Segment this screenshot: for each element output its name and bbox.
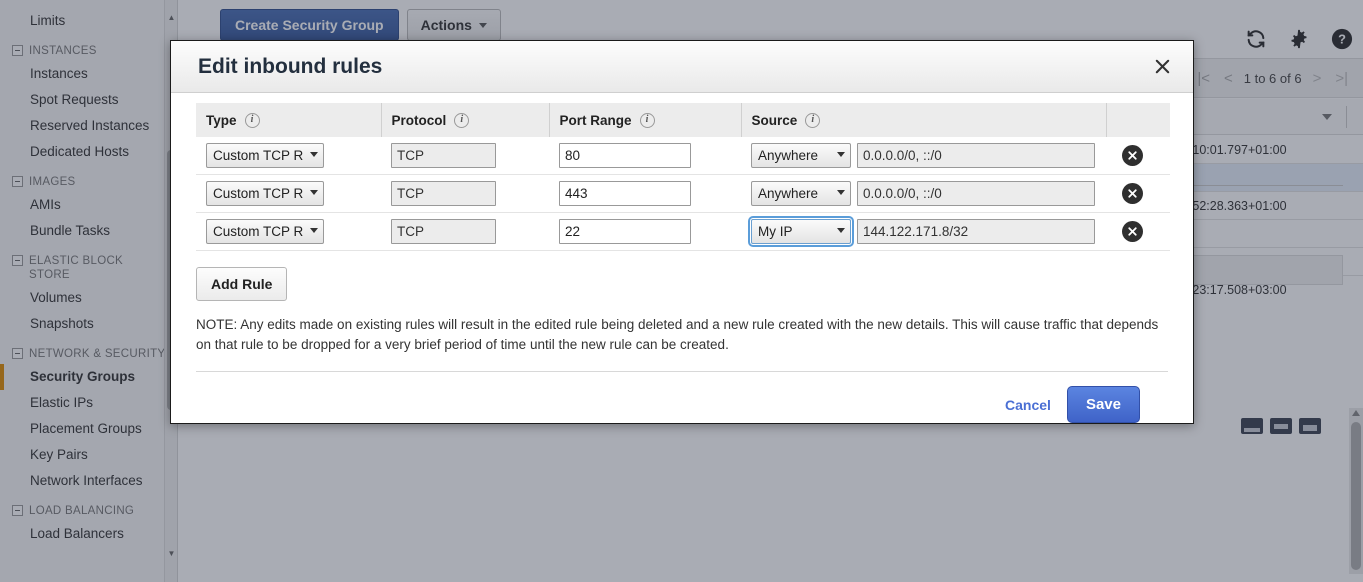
rule-type-cell: Custom TCP R (196, 175, 381, 213)
info-icon[interactable]: i (640, 113, 655, 128)
dialog-title: Edit inbound rules (198, 55, 1147, 79)
rule-port-range-input[interactable] (559, 143, 691, 168)
rules-table-head-row: TypeiProtocoliPort RangeiSourcei (196, 103, 1170, 137)
rule-type-cell: Custom TCP R (196, 137, 381, 175)
rule-protocol-field (391, 219, 496, 244)
column-header-source: Sourcei (741, 103, 1106, 137)
rule-protocol-cell (381, 213, 549, 251)
rule-port-cell (549, 137, 741, 175)
rule-port-range-input[interactable] (559, 181, 691, 206)
rule-row: Custom TCP R Anywhere (196, 175, 1170, 213)
rule-source-cell: Anywhere (741, 137, 1106, 175)
edit-inbound-rules-dialog: Edit inbound rules TypeiProtocoliPort Ra… (170, 40, 1194, 424)
rule-type-select[interactable]: Custom TCP R (206, 143, 324, 168)
rule-source-value-input[interactable] (857, 181, 1095, 206)
dialog-footer: Cancel Save (196, 372, 1168, 423)
column-header-label: Source (752, 113, 798, 128)
rule-protocol-cell (381, 175, 549, 213)
info-icon[interactable]: i (454, 113, 469, 128)
delete-circle-icon[interactable] (1122, 183, 1143, 204)
rule-port-cell (549, 175, 741, 213)
column-header-actions (1106, 103, 1170, 137)
rule-source-value-input[interactable] (857, 143, 1095, 168)
rule-row: Custom TCP R Anywhere (196, 137, 1170, 175)
rule-type-cell: Custom TCP R (196, 213, 381, 251)
rule-port-cell (549, 213, 741, 251)
dialog-header: Edit inbound rules (171, 41, 1193, 93)
rule-row: Custom TCP R My IP (196, 213, 1170, 251)
save-button[interactable]: Save (1067, 386, 1140, 423)
info-icon[interactable]: i (805, 113, 820, 128)
rule-source-type-select[interactable]: Anywhere (751, 181, 851, 206)
rule-type-select[interactable]: Custom TCP R (206, 181, 324, 206)
rule-actions-cell (1106, 213, 1170, 251)
rule-source-value-input[interactable] (857, 219, 1095, 244)
add-rule-button[interactable]: Add Rule (196, 267, 287, 301)
delete-circle-icon[interactable] (1122, 145, 1143, 166)
column-header-protocol: Protocol i (381, 103, 549, 137)
delete-circle-icon[interactable] (1122, 221, 1143, 242)
rule-protocol-cell (381, 137, 549, 175)
column-header-port-range: Port Range i (549, 103, 741, 137)
dialog-body: TypeiProtocoliPort RangeiSourcei Custom … (171, 93, 1193, 423)
rules-table: TypeiProtocoliPort RangeiSourcei Custom … (196, 103, 1170, 251)
column-header-label: Protocol (392, 113, 447, 128)
rule-port-range-input[interactable] (559, 219, 691, 244)
rule-source-cell: My IP (741, 213, 1106, 251)
rule-source-type-select[interactable]: Anywhere (751, 143, 851, 168)
column-header-label: Type (206, 113, 237, 128)
column-header-type: Typei (196, 103, 381, 137)
rule-actions-cell (1106, 175, 1170, 213)
rule-protocol-field (391, 181, 496, 206)
rule-source-cell: Anywhere (741, 175, 1106, 213)
column-header-label: Port Range (560, 113, 632, 128)
rule-type-select[interactable]: Custom TCP R (206, 219, 324, 244)
info-icon[interactable]: i (245, 113, 260, 128)
dialog-note: NOTE: Any edits made on existing rules w… (196, 315, 1168, 355)
close-icon[interactable] (1147, 52, 1177, 82)
rule-source-type-select[interactable]: My IP (751, 219, 851, 244)
rule-protocol-field (391, 143, 496, 168)
cancel-button[interactable]: Cancel (1005, 397, 1051, 413)
rule-actions-cell (1106, 137, 1170, 175)
